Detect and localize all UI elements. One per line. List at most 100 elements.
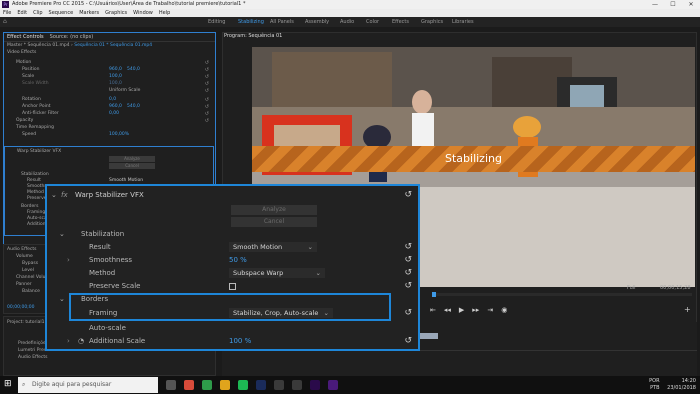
expand-chevron-icon[interactable]: ›	[67, 335, 70, 348]
reset-icon[interactable]: ↺	[404, 189, 412, 202]
windows-start-icon[interactable]: ⊞	[4, 379, 12, 389]
mark-in-icon[interactable]: ⇤	[430, 305, 436, 315]
position-x[interactable]: 960,0	[109, 67, 122, 73]
program-monitor-title[interactable]: Program: Sequência 01	[224, 32, 282, 40]
reset-icon[interactable]: ↺	[404, 267, 412, 280]
reset-icon[interactable]: ↺	[205, 67, 209, 73]
project-title[interactable]: Project: tutorial1	[7, 320, 44, 326]
menu-edit[interactable]: Edit	[17, 9, 27, 17]
collapse-chevron-icon[interactable]: ⌄	[59, 293, 65, 306]
app-icon[interactable]	[274, 380, 284, 390]
reset-icon[interactable]: ↺	[404, 280, 412, 293]
reset-icon[interactable]: ↺	[404, 335, 412, 348]
time-remapping-label: Time Remapping	[16, 125, 54, 130]
position-y[interactable]: 540,0	[127, 67, 140, 73]
premiere-icon[interactable]	[310, 380, 320, 390]
project-item[interactable]: Predefinições	[18, 341, 48, 347]
analyze-button[interactable]: Analyze	[231, 205, 317, 215]
reset-icon[interactable]: ↺	[205, 97, 209, 103]
workspace-effects[interactable]: Effects	[392, 17, 409, 27]
file-explorer-icon[interactable]	[220, 380, 230, 390]
app-icon[interactable]	[292, 380, 302, 390]
menu-file[interactable]: File	[3, 9, 11, 17]
rotation-value[interactable]: 0,0	[109, 97, 116, 103]
speed-value[interactable]: 100,00%	[109, 132, 129, 138]
language-sub-label[interactable]: PTB	[649, 385, 660, 392]
step-forward-icon[interactable]: ▸▸	[472, 305, 479, 315]
photoshop-icon[interactable]	[256, 380, 266, 390]
sequence-clip-label[interactable]: Sequência 01 * Sequência 01.mp4	[74, 43, 152, 48]
reset-icon[interactable]: ↺	[205, 88, 209, 94]
reset-icon[interactable]: ↺	[205, 81, 209, 87]
mini-cancel-button[interactable]: Cancel	[109, 163, 155, 169]
reset-icon[interactable]: ↺	[205, 74, 209, 80]
workspace-color[interactable]: Color	[366, 17, 379, 27]
workspace-audio[interactable]: Audio	[340, 17, 354, 27]
workspace-libraries[interactable]: Libraries	[452, 17, 474, 27]
tab-source[interactable]: Source: (no clips)	[50, 33, 93, 41]
collapse-chevron-icon[interactable]: ⌄	[51, 189, 57, 202]
preserve-scale-checkbox[interactable]	[229, 283, 236, 290]
master-clip-label[interactable]: Master * Sequência 01.mp4	[7, 43, 70, 48]
language-label[interactable]: POR	[649, 378, 659, 385]
reset-icon[interactable]: ↺	[205, 111, 209, 117]
menu-sequence[interactable]: Sequence	[49, 9, 74, 17]
cancel-button[interactable]: Cancel	[231, 217, 317, 227]
menu-markers[interactable]: Markers	[79, 9, 99, 17]
smoothness-value[interactable]: 50 %	[229, 254, 247, 267]
clock-date[interactable]: 23/01/2018	[667, 385, 696, 392]
tab-effect-controls[interactable]: Effect Controls	[7, 33, 44, 41]
stopwatch-icon[interactable]: ◔	[78, 335, 84, 348]
spotify-icon[interactable]	[238, 380, 248, 390]
menu-help[interactable]: Help	[159, 9, 170, 17]
close-button[interactable]: ✕	[682, 0, 700, 9]
anti-flicker-value[interactable]: 0,00	[109, 111, 119, 117]
system-tray: POR PTB 14:20 23/01/2018	[649, 376, 696, 394]
scale-value[interactable]: 100,0	[109, 74, 122, 80]
reset-icon[interactable]: ↺	[205, 60, 209, 66]
menu-clip[interactable]: Clip	[33, 9, 42, 17]
mark-out-icon[interactable]: ⇥	[487, 305, 493, 315]
playhead-marker[interactable]	[432, 292, 436, 297]
workspace-all-panels[interactable]: All Panels	[270, 17, 294, 27]
reset-icon[interactable]: ↺	[205, 118, 209, 124]
program-scrubber[interactable]	[432, 292, 692, 297]
workspace-editing[interactable]: Editing	[208, 17, 225, 27]
add-button-icon[interactable]: +	[684, 305, 691, 314]
reset-icon[interactable]: ↺	[404, 254, 412, 267]
menu-graphics[interactable]: Graphics	[105, 9, 127, 17]
collapse-chevron-icon[interactable]: ⌄	[59, 228, 65, 241]
workspace-assembly[interactable]: Assembly	[305, 17, 329, 27]
expand-chevron-icon[interactable]: ›	[67, 254, 70, 267]
rotation-label: Rotation	[22, 97, 41, 102]
reset-icon[interactable]: ↺	[404, 307, 412, 320]
taskbar-search-input[interactable]: ⌕ Digite aqui para pesquisar	[18, 377, 158, 393]
play-icon[interactable]: ▶	[459, 305, 464, 315]
uniform-scale-label[interactable]: Uniform Scale	[109, 88, 140, 94]
menu-window[interactable]: Window	[133, 9, 153, 17]
zoom-select[interactable]: Full	[627, 285, 636, 291]
workspace-stabilizing[interactable]: Stabilizing	[238, 17, 264, 27]
project-item[interactable]: Audio Effects	[18, 355, 48, 361]
mini-analyze-button[interactable]: Analyze	[109, 156, 155, 162]
premiere-active-icon[interactable]	[328, 380, 338, 390]
home-icon[interactable]: ⌂	[3, 17, 7, 27]
clock-time[interactable]: 14:20	[667, 378, 696, 385]
workspace-graphics[interactable]: Graphics	[421, 17, 443, 27]
fx-icon[interactable]: fx	[61, 189, 68, 202]
result-dropdown[interactable]: Smooth Motion ⌄	[229, 242, 317, 252]
minimize-button[interactable]: —	[646, 0, 664, 9]
step-back-icon[interactable]: ◂◂	[444, 305, 451, 315]
maximize-button[interactable]: ☐	[664, 0, 682, 9]
reset-icon[interactable]: ↺	[205, 104, 209, 110]
additional-scale-value[interactable]: 100 %	[229, 335, 251, 348]
reset-icon[interactable]: ↺	[404, 241, 412, 254]
anchor-x[interactable]: 960,0	[109, 104, 122, 110]
app-icon[interactable]	[202, 380, 212, 390]
task-view-icon[interactable]	[166, 380, 176, 390]
chrome-icon[interactable]	[184, 380, 194, 390]
anchor-y[interactable]: 540,0	[127, 104, 140, 110]
export-frame-icon[interactable]: ◉	[501, 305, 507, 315]
effect-controls-timecode[interactable]: 00;00;00;00	[7, 305, 34, 311]
method-dropdown[interactable]: Subspace Warp ⌄	[229, 268, 325, 278]
